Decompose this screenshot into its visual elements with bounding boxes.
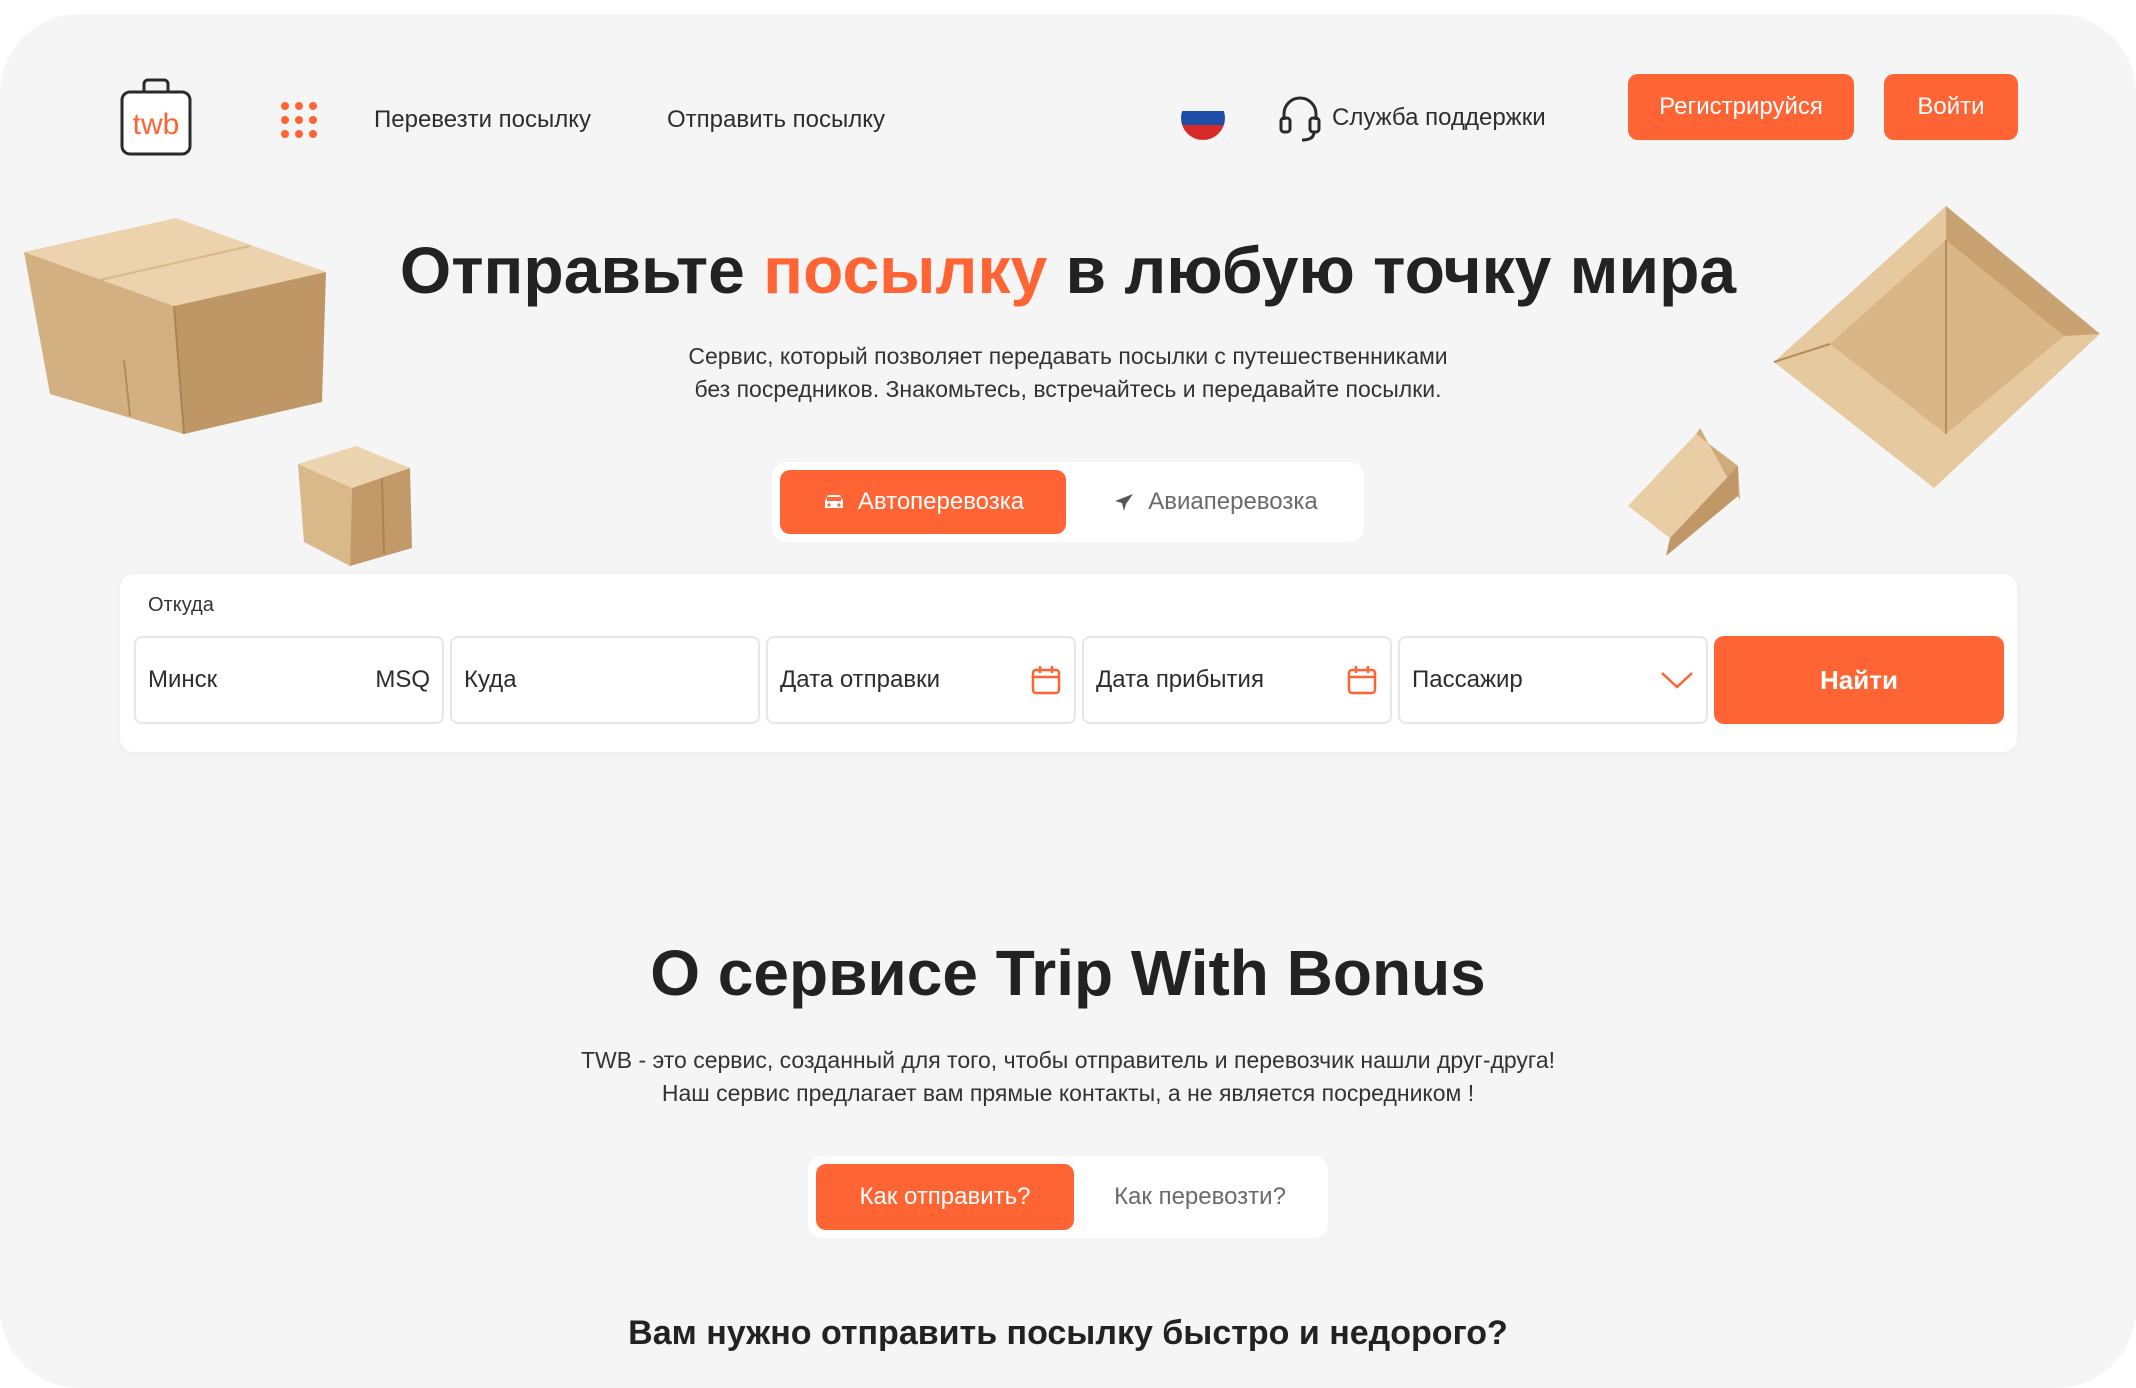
about-description: TWB - это сервис, созданный для того, чт… [581, 1047, 1555, 1106]
how-it-works-switch: Как отправить? Как перевозти? [808, 1156, 1328, 1238]
departure-date-placeholder: Дата отправки [780, 666, 940, 693]
cardboard-box-image [298, 446, 412, 566]
arrival-date-input[interactable]: Дата прибытия [1082, 636, 1392, 724]
nav-send-parcel[interactable]: Отправить посылку [667, 106, 885, 134]
support-link[interactable]: Служба поддержки [1278, 92, 1546, 144]
departure-date-input[interactable]: Дата отправки [766, 636, 1076, 724]
airplane-icon [1115, 494, 1134, 511]
section-question: Вам нужно отправить посылку быстро и нед… [628, 1314, 1508, 1352]
passenger-select[interactable]: Пассажир [1398, 636, 1708, 724]
search-form: Откуда Минск MSQ Куда Дата отправки Дата… [120, 574, 2017, 752]
hero-subtitle: Сервис, который позволяет передавать пос… [688, 343, 1448, 402]
from-label: Откуда [148, 594, 214, 616]
headset-icon [1279, 96, 1321, 142]
nav-transport-parcel[interactable]: Перевезти посылку [374, 106, 591, 134]
from-input[interactable]: Минск MSQ [134, 636, 444, 724]
page-frame: twb Перевезти посылку Отправить посылку … [0, 14, 2136, 1388]
search-button[interactable]: Найти [1714, 636, 2004, 724]
to-placeholder: Куда [464, 666, 517, 693]
register-button[interactable]: Регистрируйся [1628, 74, 1854, 140]
passenger-placeholder: Пассажир [1412, 666, 1523, 693]
from-airport-code: MSQ [375, 666, 430, 693]
about-title: О сервисе Trip With Bonus [650, 937, 1486, 1009]
login-button[interactable]: Войти [1884, 74, 2018, 140]
tab-air-transport[interactable]: Авиаперевозка [1074, 470, 1356, 534]
twb-logo[interactable]: twb [120, 78, 192, 158]
tab-how-to-transport[interactable]: Как перевозти? [1080, 1164, 1320, 1230]
russia-flag-icon[interactable] [1181, 96, 1225, 140]
support-label: Служба поддержки [1332, 104, 1546, 131]
from-city: Минск [148, 666, 218, 693]
chevron-down-icon [1660, 670, 1694, 690]
apps-grid-icon[interactable] [281, 102, 317, 138]
hero-title: Отправьте посылку в любую точку мира [399, 233, 1737, 307]
arrival-date-placeholder: Дата прибытия [1096, 666, 1264, 693]
calendar-icon[interactable] [1346, 664, 1378, 696]
tab-car-transport[interactable]: Автоперевозка [780, 470, 1066, 534]
car-icon [824, 495, 843, 508]
cardboard-box-image [1628, 428, 1740, 556]
to-input[interactable]: Куда [450, 636, 760, 724]
transport-mode-switch: Автоперевозка Авиаперевозка [772, 462, 1364, 542]
tab-how-to-send[interactable]: Как отправить? [816, 1164, 1074, 1230]
calendar-icon[interactable] [1030, 664, 1062, 696]
svg-text:twb: twb [133, 108, 180, 141]
